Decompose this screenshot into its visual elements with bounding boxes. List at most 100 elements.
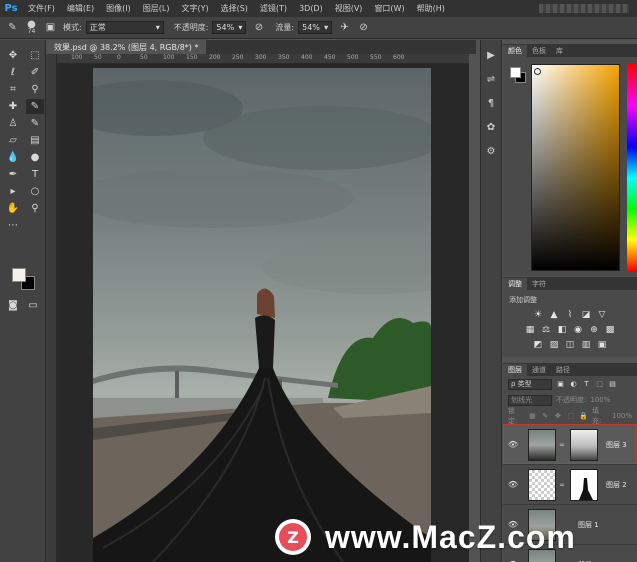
photo-filter-icon[interactable]: ◉ xyxy=(573,324,584,335)
eye-icon[interactable]: 👁 xyxy=(506,480,520,489)
fill-value[interactable]: 100% xyxy=(612,412,632,420)
menu-edit[interactable]: 编辑(E) xyxy=(61,3,100,14)
brush-preset-picker[interactable]: ● 74 xyxy=(25,19,38,35)
brightness-icon[interactable]: ☀ xyxy=(533,309,544,320)
levels-icon[interactable]: ▲ xyxy=(549,309,560,320)
eyedropper-tool-icon[interactable]: ⚲ xyxy=(26,82,44,97)
airbrush-icon[interactable]: ✈ xyxy=(338,21,351,34)
hue-saturation-icon[interactable]: ▦ xyxy=(525,324,536,335)
eye-icon[interactable]: 👁 xyxy=(506,440,520,449)
dodge-tool-icon[interactable]: ● xyxy=(26,150,44,165)
brush-settings-icon[interactable]: ✿ xyxy=(481,118,501,136)
black-white-icon[interactable]: ◧ xyxy=(557,324,568,335)
link-icon[interactable]: ∞ xyxy=(558,441,566,449)
marquee-tool-icon[interactable]: ⬚ xyxy=(26,48,44,63)
hand-tool-icon[interactable]: ✋ xyxy=(4,201,22,216)
blend-mode-select[interactable]: 划线光 xyxy=(508,394,552,406)
more-tools-icon[interactable]: ⋯ xyxy=(4,218,22,233)
mode-select[interactable]: 正常 ▾ xyxy=(85,21,164,34)
document-photo[interactable] xyxy=(93,68,431,562)
tool-presets-icon[interactable]: ⚙ xyxy=(481,142,501,160)
color-picker-cursor[interactable] xyxy=(534,68,541,75)
menu-file[interactable]: 文件(F) xyxy=(22,3,61,14)
path-select-tool-icon[interactable]: ▸ xyxy=(4,184,22,199)
pressure-opacity-icon[interactable]: ⊘ xyxy=(252,21,265,34)
tab-layers[interactable]: 图层 xyxy=(503,364,527,376)
tab-paths[interactable]: 路径 xyxy=(551,364,575,376)
menu-layer[interactable]: 图层(L) xyxy=(137,3,176,14)
curves-icon[interactable]: ⌇ xyxy=(565,309,576,320)
menu-filter[interactable]: 滤镜(T) xyxy=(254,3,293,14)
clone-stamp-tool-icon[interactable]: ♙ xyxy=(4,116,22,131)
lasso-tool-icon[interactable]: ℓ xyxy=(4,65,22,80)
layer-name[interactable]: 图层 1 xyxy=(578,520,599,530)
healing-brush-tool-icon[interactable]: ✚ xyxy=(4,99,22,114)
selective-color-icon[interactable]: ▣ xyxy=(597,339,608,350)
tab-color[interactable]: 颜色 xyxy=(503,45,527,57)
type-tool-icon[interactable]: T xyxy=(26,167,44,182)
blur-tool-icon[interactable]: 💧 xyxy=(4,150,22,165)
color-balance-icon[interactable]: ⚖ xyxy=(541,324,552,335)
menu-image[interactable]: 图像(I) xyxy=(100,3,137,14)
gradient-map-icon[interactable]: ▥ xyxy=(581,339,592,350)
menu-select[interactable]: 选择(S) xyxy=(215,3,254,14)
color-picker-field[interactable] xyxy=(531,64,620,271)
history-brush-tool-icon[interactable]: ✎ xyxy=(26,116,44,131)
channel-mixer-icon[interactable]: ⊕ xyxy=(589,324,600,335)
exposure-icon[interactable]: ◪ xyxy=(581,309,592,320)
layer-name[interactable]: 图层 2 xyxy=(606,480,627,490)
document-tab[interactable]: 效果.psd @ 38.2% (图层 4, RGB/8*) * xyxy=(46,40,207,54)
menu-view[interactable]: 视图(V) xyxy=(329,3,369,14)
filter-adjust-icon[interactable]: ◐ xyxy=(569,380,578,389)
tab-channels[interactable]: 通道 xyxy=(527,364,551,376)
lock-pixels-icon[interactable]: ▦ xyxy=(528,412,537,421)
menu-3d[interactable]: 3D(D) xyxy=(293,4,329,13)
ellipse-tool-icon[interactable]: ○ xyxy=(26,184,44,199)
lock-move-icon[interactable]: ✥ xyxy=(554,412,563,421)
history-panel-icon[interactable]: ▶ xyxy=(481,46,501,64)
tab-adjustments[interactable]: 调整 xyxy=(503,278,527,290)
tab-swatches[interactable]: 色板 xyxy=(527,45,551,57)
brush-tool-icon[interactable]: ✎ xyxy=(26,99,44,114)
filter-smart-icon[interactable]: ▤ xyxy=(608,380,617,389)
properties-panel-icon[interactable]: ⇌ xyxy=(481,70,501,88)
crop-tool-icon[interactable]: ⌗ xyxy=(4,82,22,97)
pressure-size-icon[interactable]: ⊘ xyxy=(357,21,370,34)
foreground-color-swatch[interactable] xyxy=(510,67,521,78)
menu-window[interactable]: 窗口(W) xyxy=(368,3,410,14)
menu-type[interactable]: 文字(Y) xyxy=(175,3,214,14)
eraser-tool-icon[interactable]: ▱ xyxy=(4,133,22,148)
screen-mode-icon[interactable]: ▭ xyxy=(24,298,42,313)
gradient-tool-icon[interactable]: ▤ xyxy=(26,133,44,148)
pen-tool-icon[interactable]: ✒ xyxy=(4,167,22,182)
layer-mask-thumbnail[interactable] xyxy=(570,468,598,501)
zoom-tool-icon[interactable]: ⚲ xyxy=(26,201,44,216)
link-icon[interactable]: ∞ xyxy=(558,481,566,489)
filter-type-icon[interactable]: T xyxy=(582,380,591,389)
posterize-icon[interactable]: ▨ xyxy=(549,339,560,350)
color-lookup-icon[interactable]: ▩ xyxy=(605,324,616,335)
paragraph-panel-icon[interactable]: ¶ xyxy=(481,94,501,112)
filter-shape-icon[interactable]: ⬚ xyxy=(595,380,604,389)
foreground-color-swatch[interactable] xyxy=(12,268,26,282)
opacity-value[interactable]: 100% xyxy=(590,396,610,404)
vibrance-icon[interactable]: ▽ xyxy=(597,309,608,320)
menu-help[interactable]: 帮助(H) xyxy=(411,3,451,14)
opacity-field[interactable]: 54% ▾ xyxy=(212,21,247,34)
tab-libraries[interactable]: 库 xyxy=(551,45,568,57)
hue-slider[interactable] xyxy=(627,64,637,271)
layer-mask-thumbnail[interactable] xyxy=(570,428,598,461)
move-tool-icon[interactable]: ✥ xyxy=(4,48,22,63)
lock-paint-icon[interactable]: ✎ xyxy=(541,412,550,421)
invert-icon[interactable]: ◩ xyxy=(533,339,544,350)
lock-artboard-icon[interactable]: ⬚ xyxy=(566,412,575,421)
quick-select-tool-icon[interactable]: ✐ xyxy=(26,65,44,80)
lock-all-icon[interactable]: 🔒 xyxy=(579,412,588,421)
filter-pixel-icon[interactable]: ▣ xyxy=(556,380,565,389)
flow-field[interactable]: 54% ▾ xyxy=(298,21,333,34)
layer-filter-select[interactable]: ρ 类型 xyxy=(508,378,552,390)
brush-panel-icon[interactable]: ▣ xyxy=(44,21,57,34)
layer-row[interactable]: 👁 ∞ 图层 2 xyxy=(503,464,637,504)
layer-name[interactable]: 图层 3 xyxy=(606,440,627,450)
quick-mask-icon[interactable]: ◙ xyxy=(4,298,22,313)
